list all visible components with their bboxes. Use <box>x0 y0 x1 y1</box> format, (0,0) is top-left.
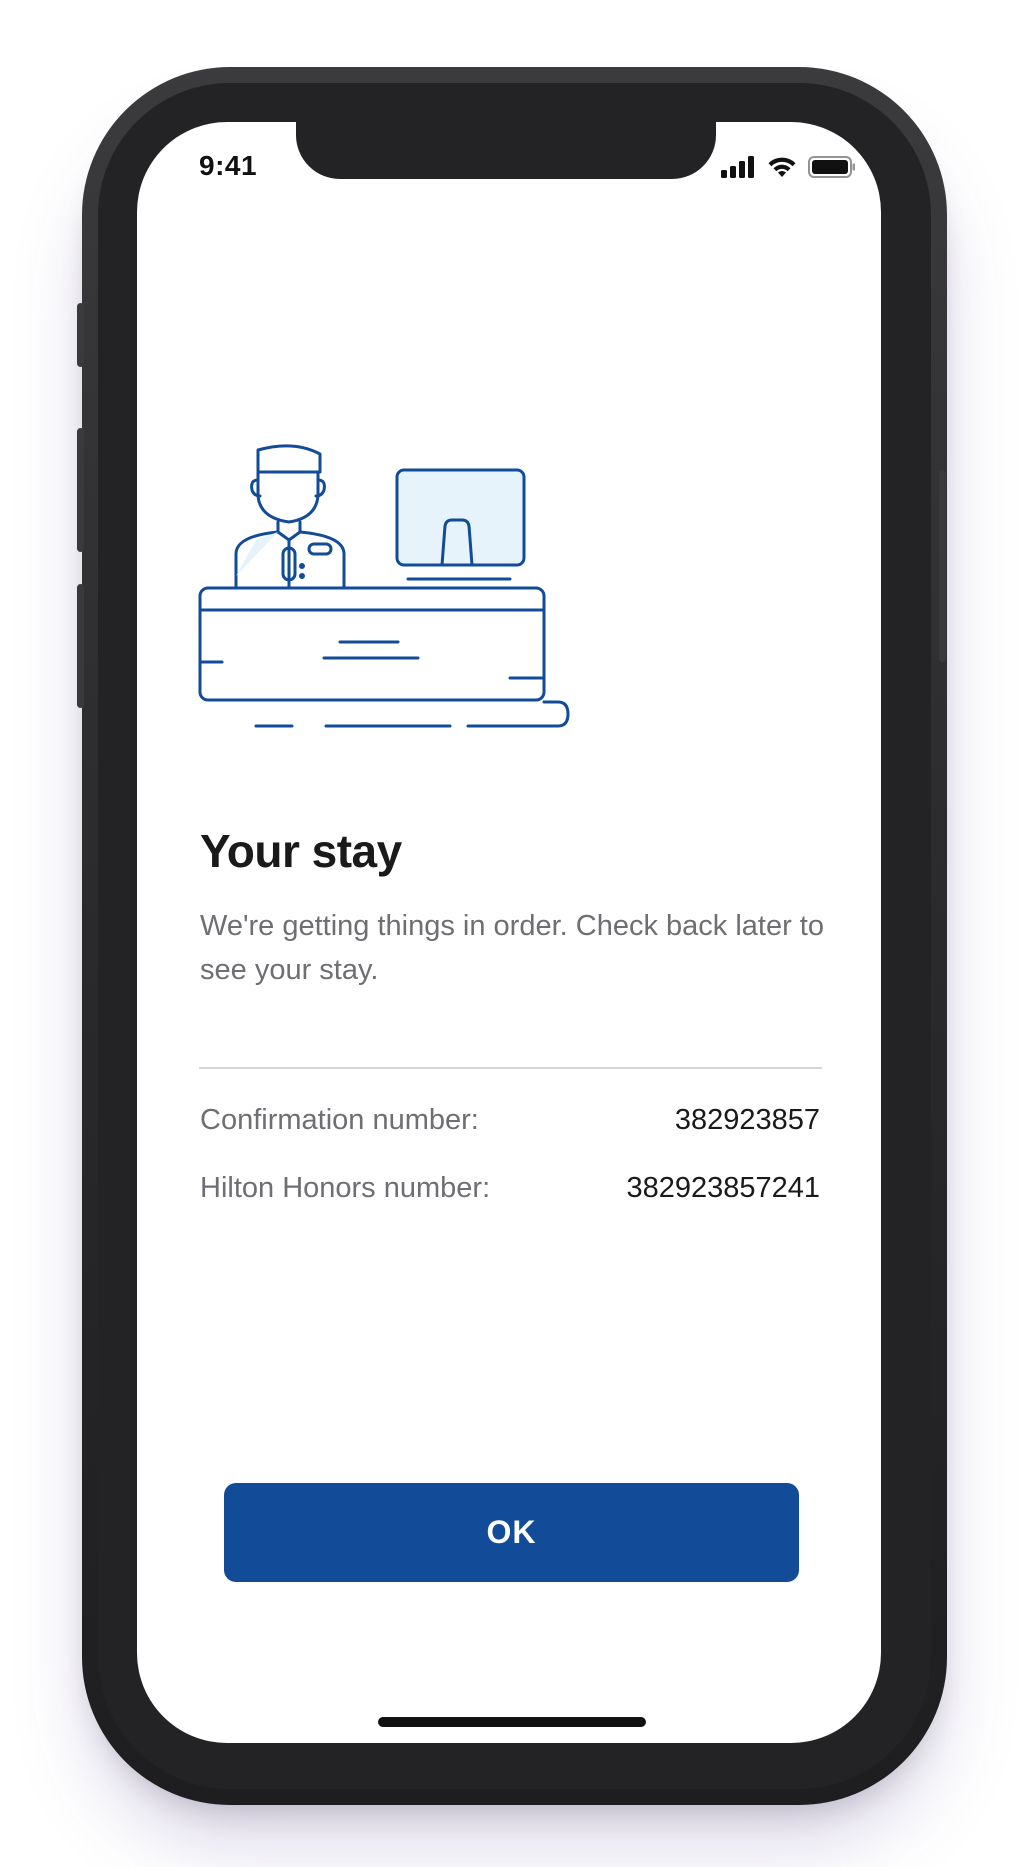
honors-value: 382923857241 <box>626 1172 820 1204</box>
status-time: 9:41 <box>199 150 258 181</box>
status-icons <box>720 155 856 184</box>
divider <box>199 1067 822 1069</box>
confirmation-label: Confirmation number: <box>200 1104 479 1136</box>
notch <box>296 122 716 179</box>
page-subtitle: We're getting things in order. Check bac… <box>200 910 824 986</box>
honors-row: Hilton Honors number: 382923857241 <box>200 1172 820 1205</box>
wifi-icon <box>766 155 798 184</box>
page-title: Your stay <box>200 825 402 877</box>
silent-switch <box>77 303 84 367</box>
front-desk-illustration <box>196 436 576 736</box>
battery-icon <box>808 155 856 184</box>
confirmation-value: 382923857 <box>674 1104 820 1136</box>
confirmation-row: Confirmation number: 382923857 <box>200 1104 820 1137</box>
ok-button[interactable]: OK <box>224 1483 799 1582</box>
signal-bars-icon <box>720 156 756 183</box>
honors-label: Hilton Honors number: <box>200 1172 491 1204</box>
power-button <box>939 470 946 662</box>
volume-down-button <box>77 584 84 708</box>
volume-up-button <box>77 428 84 552</box>
home-indicator[interactable] <box>378 1717 646 1727</box>
